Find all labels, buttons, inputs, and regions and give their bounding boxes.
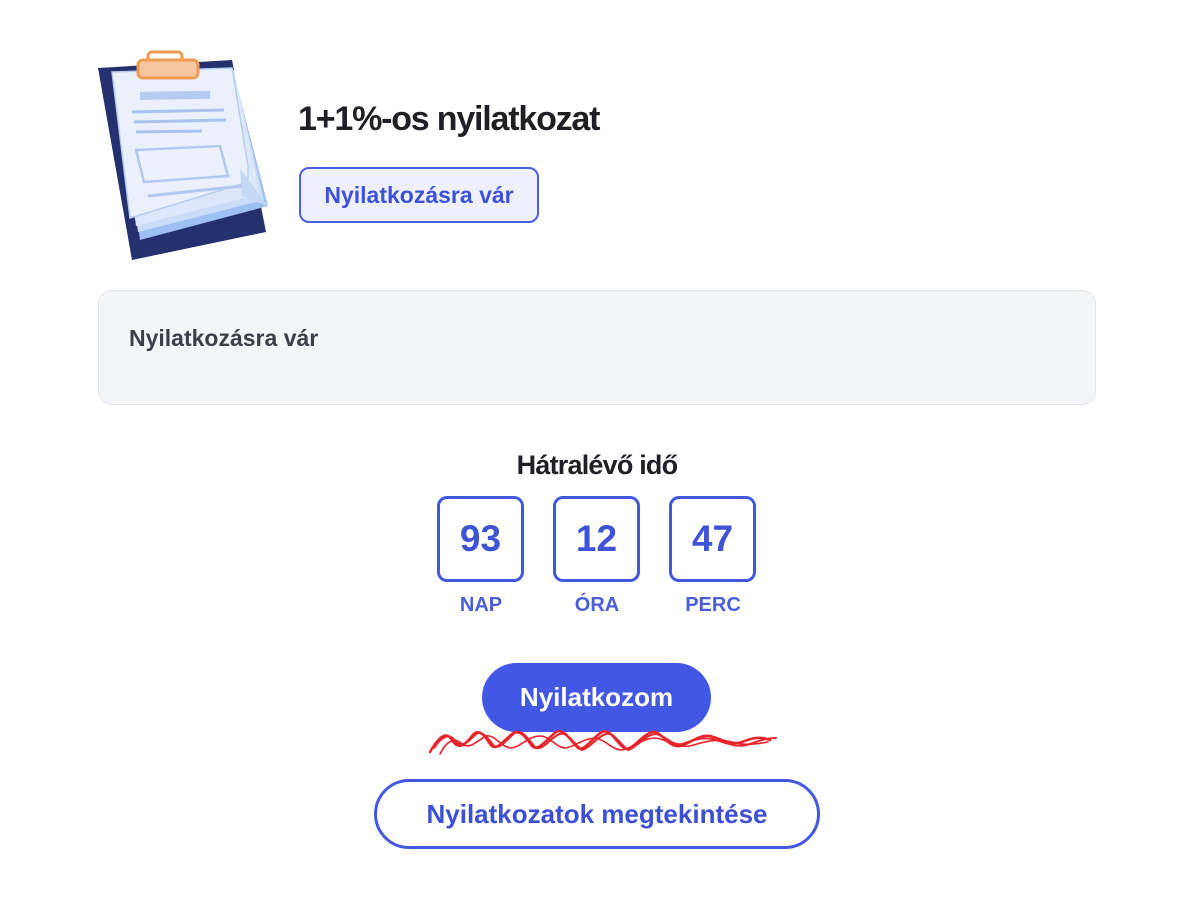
countdown-days-label: NAP	[459, 594, 503, 616]
clipboard-document-icon	[98, 50, 268, 260]
red-scribble-mark	[428, 729, 777, 755]
countdown-hours-label: ÓRA	[574, 594, 620, 616]
countdown-minutes-label: PERC	[685, 594, 741, 616]
countdown-hours-box: 12	[553, 496, 640, 582]
status-badge: Nyilatkozásra vár	[299, 167, 539, 223]
declaration-page: 1+1%-os nyilatkozat Nyilatkozásra vár Ny…	[0, 0, 1200, 900]
countdown-days-box: 93	[437, 496, 524, 582]
countdown-minutes-box: 47	[669, 496, 756, 582]
status-info-text: Nyilatkozásra vár	[129, 325, 319, 351]
status-info-panel: Nyilatkozásra vár	[98, 290, 1096, 405]
countdown-title: Hátralévő idő	[516, 450, 678, 480]
page-title: 1+1%-os nyilatkozat	[298, 100, 600, 138]
view-declarations-button[interactable]: Nyilatkozatok megtekintése	[374, 779, 820, 849]
